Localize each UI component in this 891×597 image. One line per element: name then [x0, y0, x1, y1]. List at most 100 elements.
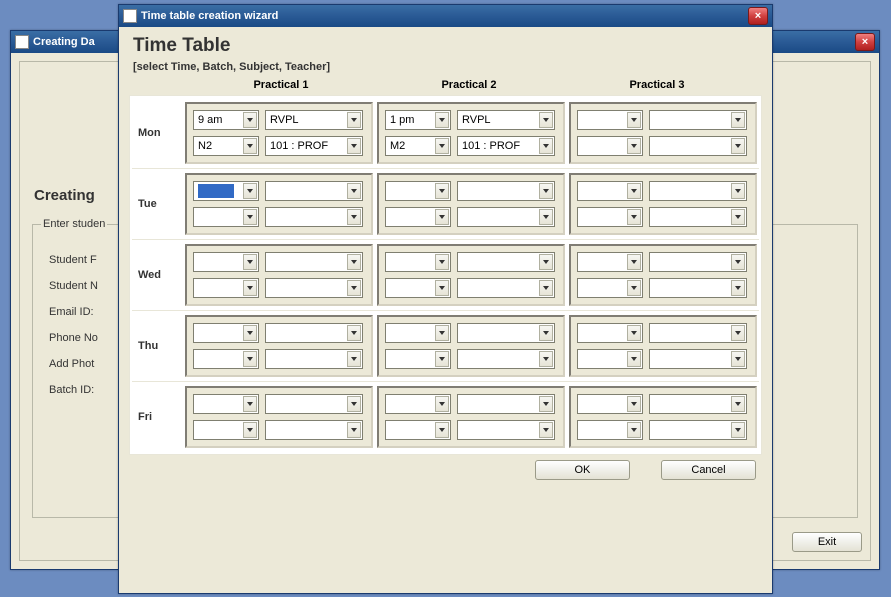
time-select[interactable]	[577, 110, 643, 130]
chevron-down-icon[interactable]	[243, 138, 257, 154]
batch-select[interactable]	[577, 420, 643, 440]
chevron-down-icon[interactable]	[539, 325, 553, 341]
ok-button[interactable]: OK	[535, 460, 630, 480]
chevron-down-icon[interactable]	[435, 325, 449, 341]
batch-select[interactable]	[385, 349, 451, 369]
chevron-down-icon[interactable]	[539, 254, 553, 270]
time-select[interactable]	[385, 323, 451, 343]
batch-select[interactable]	[385, 420, 451, 440]
chevron-down-icon[interactable]	[435, 280, 449, 296]
chevron-down-icon[interactable]	[435, 422, 449, 438]
batch-select[interactable]	[385, 207, 451, 227]
chevron-down-icon[interactable]	[539, 138, 553, 154]
batch-select[interactable]	[193, 207, 259, 227]
chevron-down-icon[interactable]	[627, 351, 641, 367]
teacher-select[interactable]	[265, 420, 363, 440]
chevron-down-icon[interactable]	[627, 280, 641, 296]
chevron-down-icon[interactable]	[539, 422, 553, 438]
batch-select[interactable]	[577, 207, 643, 227]
chevron-down-icon[interactable]	[627, 183, 641, 199]
subject-select[interactable]	[649, 181, 747, 201]
chevron-down-icon[interactable]	[347, 138, 361, 154]
subject-select[interactable]	[649, 110, 747, 130]
cancel-button[interactable]: Cancel	[661, 460, 756, 480]
chevron-down-icon[interactable]	[243, 396, 257, 412]
teacher-select[interactable]	[457, 278, 555, 298]
time-select[interactable]	[385, 394, 451, 414]
chevron-down-icon[interactable]	[243, 209, 257, 225]
close-icon[interactable]: ×	[748, 7, 768, 25]
subject-select[interactable]	[265, 181, 363, 201]
chevron-down-icon[interactable]	[347, 112, 361, 128]
time-select[interactable]	[193, 181, 259, 201]
subject-select[interactable]	[649, 323, 747, 343]
chevron-down-icon[interactable]	[539, 209, 553, 225]
chevron-down-icon[interactable]	[627, 396, 641, 412]
time-select[interactable]	[193, 252, 259, 272]
chevron-down-icon[interactable]	[731, 112, 745, 128]
teacher-select[interactable]	[649, 349, 747, 369]
teacher-select[interactable]	[457, 420, 555, 440]
subject-select[interactable]	[457, 323, 555, 343]
batch-select[interactable]	[385, 278, 451, 298]
chevron-down-icon[interactable]	[347, 254, 361, 270]
chevron-down-icon[interactable]	[243, 351, 257, 367]
subject-select[interactable]	[649, 394, 747, 414]
teacher-select[interactable]	[265, 349, 363, 369]
subject-select[interactable]	[457, 181, 555, 201]
time-select[interactable]	[577, 394, 643, 414]
chevron-down-icon[interactable]	[731, 138, 745, 154]
chevron-down-icon[interactable]	[435, 112, 449, 128]
teacher-select[interactable]	[649, 207, 747, 227]
teacher-select[interactable]	[457, 349, 555, 369]
chevron-down-icon[interactable]	[731, 254, 745, 270]
teacher-select[interactable]	[457, 207, 555, 227]
chevron-down-icon[interactable]	[627, 325, 641, 341]
time-select[interactable]	[193, 394, 259, 414]
chevron-down-icon[interactable]	[347, 280, 361, 296]
batch-select[interactable]	[577, 278, 643, 298]
chevron-down-icon[interactable]	[731, 183, 745, 199]
chevron-down-icon[interactable]	[347, 183, 361, 199]
chevron-down-icon[interactable]	[435, 183, 449, 199]
subject-select[interactable]: RVPL	[457, 110, 555, 130]
chevron-down-icon[interactable]	[627, 422, 641, 438]
chevron-down-icon[interactable]	[539, 112, 553, 128]
teacher-select[interactable]	[649, 278, 747, 298]
chevron-down-icon[interactable]	[347, 396, 361, 412]
close-icon[interactable]: ×	[855, 33, 875, 51]
subject-select[interactable]	[265, 394, 363, 414]
teacher-select[interactable]	[649, 136, 747, 156]
batch-select[interactable]: N2	[193, 136, 259, 156]
time-select[interactable]	[577, 252, 643, 272]
teacher-select[interactable]	[265, 207, 363, 227]
chevron-down-icon[interactable]	[347, 422, 361, 438]
time-select[interactable]	[385, 252, 451, 272]
chevron-down-icon[interactable]	[243, 280, 257, 296]
teacher-select[interactable]: 101 : PROF	[265, 136, 363, 156]
chevron-down-icon[interactable]	[243, 254, 257, 270]
chevron-down-icon[interactable]	[435, 351, 449, 367]
chevron-down-icon[interactable]	[539, 396, 553, 412]
batch-select[interactable]	[577, 349, 643, 369]
chevron-down-icon[interactable]	[627, 112, 641, 128]
batch-select[interactable]	[193, 278, 259, 298]
time-select[interactable]	[385, 181, 451, 201]
chevron-down-icon[interactable]	[731, 325, 745, 341]
batch-select[interactable]	[577, 136, 643, 156]
subject-select[interactable]	[457, 394, 555, 414]
batch-select[interactable]: M2	[385, 136, 451, 156]
chevron-down-icon[interactable]	[243, 112, 257, 128]
subject-select[interactable]	[265, 252, 363, 272]
chevron-down-icon[interactable]	[731, 280, 745, 296]
chevron-down-icon[interactable]	[627, 209, 641, 225]
subject-select[interactable]: RVPL	[265, 110, 363, 130]
teacher-select[interactable]: 101 : PROF	[457, 136, 555, 156]
time-select[interactable]: 9 am	[193, 110, 259, 130]
time-select[interactable]	[193, 323, 259, 343]
chevron-down-icon[interactable]	[731, 396, 745, 412]
chevron-down-icon[interactable]	[243, 422, 257, 438]
chevron-down-icon[interactable]	[347, 351, 361, 367]
chevron-down-icon[interactable]	[435, 254, 449, 270]
chevron-down-icon[interactable]	[627, 138, 641, 154]
